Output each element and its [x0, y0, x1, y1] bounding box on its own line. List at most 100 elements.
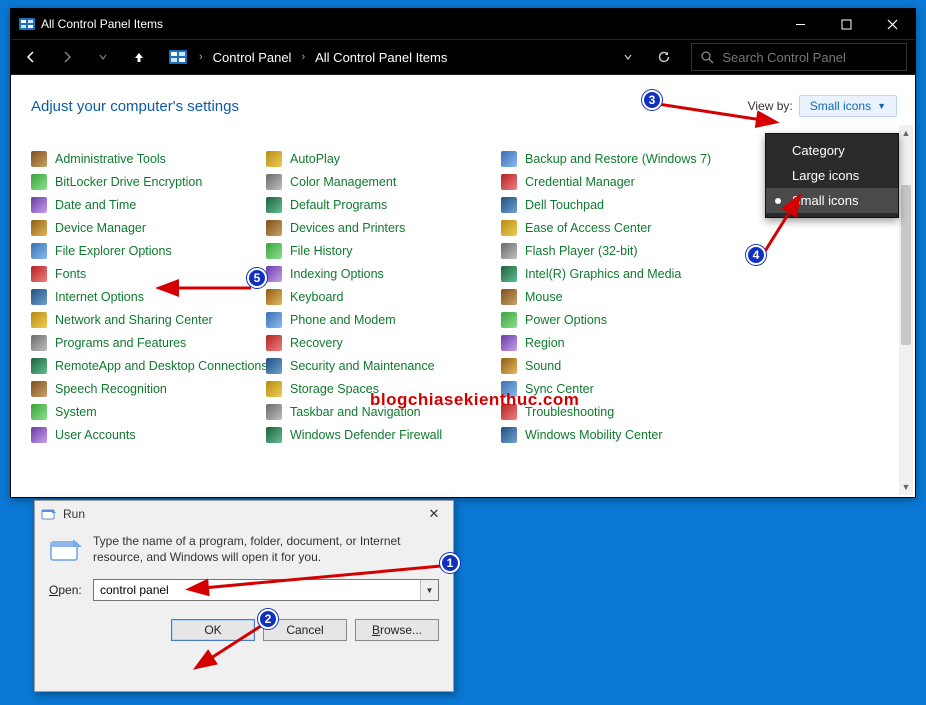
close-button[interactable] — [869, 9, 915, 39]
item-label: Internet Options — [55, 290, 144, 304]
item-label: AutoPlay — [290, 152, 340, 166]
back-button[interactable] — [15, 42, 47, 72]
item-icon — [266, 174, 282, 190]
run-large-icon — [49, 535, 83, 565]
viewby-menu-item[interactable]: Large icons — [766, 163, 898, 188]
control-panel-item[interactable]: Fonts — [31, 266, 266, 282]
control-panel-item[interactable]: Recovery — [266, 335, 501, 351]
control-panel-item[interactable]: Mouse — [501, 289, 736, 305]
control-panel-item[interactable]: Administrative Tools — [31, 151, 266, 167]
control-panel-item[interactable]: Network and Sharing Center — [31, 312, 266, 328]
control-panel-item[interactable]: Device Manager — [31, 220, 266, 236]
breadcrumb-current[interactable]: All Control Panel Items — [315, 50, 447, 65]
recent-dropdown[interactable] — [87, 42, 119, 72]
content-area: Adjust your computer's settings View by:… — [11, 75, 915, 497]
address-history-dropdown[interactable] — [613, 52, 643, 62]
item-label: Indexing Options — [290, 267, 384, 281]
control-panel-item[interactable]: Speech Recognition — [31, 381, 266, 397]
item-label: Keyboard — [290, 290, 344, 304]
control-panel-item[interactable]: RemoteApp and Desktop Connections — [31, 358, 266, 374]
item-label: Recovery — [290, 336, 343, 350]
address-bar[interactable]: › Control Panel › All Control Panel Item… — [159, 48, 455, 66]
ok-button[interactable]: OK — [171, 619, 255, 641]
maximize-button[interactable] — [823, 9, 869, 39]
control-panel-item[interactable]: Power Options — [501, 312, 736, 328]
item-label: Power Options — [525, 313, 607, 327]
control-panel-item[interactable]: Backup and Restore (Windows 7) — [501, 151, 736, 167]
search-input[interactable] — [722, 50, 906, 65]
control-panel-item[interactable]: File History — [266, 243, 501, 259]
item-label: Windows Mobility Center — [525, 428, 663, 442]
control-panel-item[interactable]: Keyboard — [266, 289, 501, 305]
refresh-button[interactable] — [647, 50, 681, 64]
control-panel-item[interactable]: Windows Mobility Center — [501, 427, 736, 443]
control-panel-item[interactable]: User Accounts — [31, 427, 266, 443]
item-label: RemoteApp and Desktop Connections — [55, 359, 268, 373]
control-panel-item[interactable]: Security and Maintenance — [266, 358, 501, 374]
item-icon — [31, 220, 47, 236]
combobox-dropdown-button[interactable]: ▼ — [420, 580, 438, 600]
control-panel-item[interactable]: Indexing Options — [266, 266, 501, 282]
control-panel-item[interactable]: Flash Player (32-bit) — [501, 243, 736, 259]
control-panel-item[interactable]: Credential Manager — [501, 174, 736, 190]
viewby-button[interactable]: Small icons ▼ — [799, 95, 897, 117]
item-label: File Explorer Options — [55, 244, 172, 258]
browse-button[interactable]: Browse... — [355, 619, 439, 641]
item-icon — [501, 312, 517, 328]
control-panel-item[interactable]: Sound — [501, 358, 736, 374]
run-titlebar: Run ✕ — [35, 501, 453, 527]
control-panel-item[interactable]: Color Management — [266, 174, 501, 190]
control-panel-item[interactable]: AutoPlay — [266, 151, 501, 167]
control-panel-item[interactable]: Default Programs — [266, 197, 501, 213]
open-input[interactable] — [93, 579, 439, 601]
control-panel-item[interactable]: Internet Options — [31, 289, 266, 305]
forward-button[interactable] — [51, 42, 83, 72]
item-label: Ease of Access Center — [525, 221, 651, 235]
item-icon — [31, 381, 47, 397]
scroll-down-arrow[interactable]: ▼ — [899, 479, 913, 495]
control-panel-item[interactable]: System — [31, 404, 266, 420]
item-icon — [501, 220, 517, 236]
item-icon — [31, 174, 47, 190]
item-icon — [31, 266, 47, 282]
control-panel-item[interactable]: Date and Time — [31, 197, 266, 213]
item-icon — [266, 312, 282, 328]
search-box[interactable] — [691, 43, 907, 71]
item-icon — [266, 266, 282, 282]
item-icon — [266, 220, 282, 236]
control-panel-item[interactable]: Ease of Access Center — [501, 220, 736, 236]
control-panel-item[interactable]: File Explorer Options — [31, 243, 266, 259]
run-close-button[interactable]: ✕ — [421, 503, 447, 525]
item-label: Security and Maintenance — [290, 359, 435, 373]
item-label: Windows Defender Firewall — [290, 428, 442, 442]
control-panel-item[interactable]: Devices and Printers — [266, 220, 501, 236]
run-title: Run — [63, 507, 421, 521]
annotation-badge-3: 3 — [642, 90, 662, 110]
control-panel-item[interactable]: Phone and Modem — [266, 312, 501, 328]
scroll-up-arrow[interactable]: ▲ — [899, 125, 913, 141]
item-icon — [31, 243, 47, 259]
control-panel-item[interactable]: Region — [501, 335, 736, 351]
item-icon — [501, 151, 517, 167]
chevron-right-icon: › — [195, 51, 207, 63]
viewby-menu-item[interactable]: Small icons — [766, 188, 898, 213]
scrollbar-thumb[interactable] — [901, 185, 911, 345]
control-panel-item[interactable]: Programs and Features — [31, 335, 266, 351]
breadcrumb-root[interactable]: Control Panel — [213, 50, 292, 65]
control-panel-item[interactable]: BitLocker Drive Encryption — [31, 174, 266, 190]
search-icon — [692, 50, 722, 64]
item-label: System — [55, 405, 97, 419]
up-button[interactable] — [123, 42, 155, 72]
page-title: Adjust your computer's settings — [31, 98, 748, 115]
minimize-button[interactable] — [777, 9, 823, 39]
item-label: Device Manager — [55, 221, 146, 235]
item-label: Default Programs — [290, 198, 387, 212]
open-combobox[interactable]: ▼ — [93, 579, 439, 601]
control-panel-item[interactable]: Intel(R) Graphics and Media — [501, 266, 736, 282]
item-icon — [501, 335, 517, 351]
control-panel-item[interactable]: Dell Touchpad — [501, 197, 736, 213]
vertical-scrollbar[interactable]: ▲ ▼ — [899, 125, 913, 495]
viewby-menu[interactable]: CategoryLarge iconsSmall icons — [765, 133, 899, 218]
control-panel-item[interactable]: Windows Defender Firewall — [266, 427, 501, 443]
viewby-menu-item[interactable]: Category — [766, 138, 898, 163]
